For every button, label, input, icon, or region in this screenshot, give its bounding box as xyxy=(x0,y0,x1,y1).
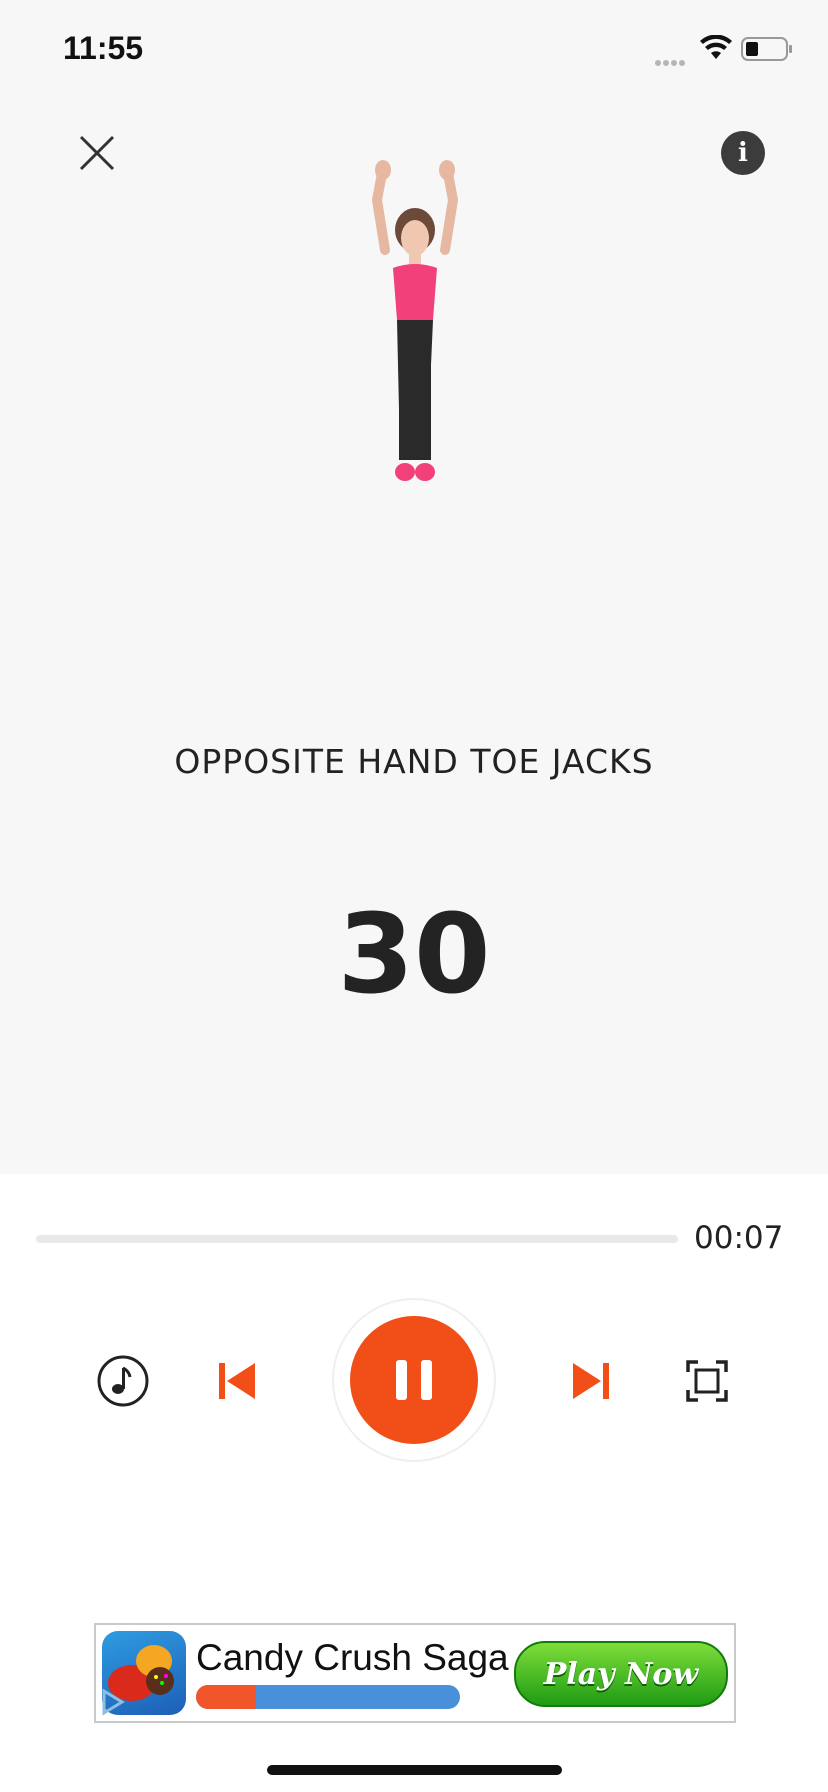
music-note-icon xyxy=(97,1355,149,1407)
exercise-name: OPPOSITE HAND TOE JACKS xyxy=(174,742,654,781)
info-icon: i xyxy=(738,138,748,168)
wifi-icon xyxy=(700,34,732,66)
skip-next-icon xyxy=(573,1363,609,1399)
ad-choices-icon[interactable] xyxy=(98,1687,126,1717)
rep-count: 30 xyxy=(337,890,491,1018)
close-button[interactable] xyxy=(72,128,122,178)
exercise-illustration xyxy=(355,160,475,560)
progress-bar[interactable] xyxy=(36,1235,678,1243)
music-button[interactable] xyxy=(96,1354,150,1408)
next-button[interactable] xyxy=(566,1356,616,1406)
ad-progress-bar xyxy=(196,1685,460,1709)
home-indicator xyxy=(267,1765,562,1775)
elapsed-time: 00:07 xyxy=(694,1220,784,1256)
fullscreen-button[interactable] xyxy=(682,1356,732,1406)
ad-banner[interactable]: Candy Crush Saga Play Now xyxy=(94,1623,736,1723)
close-icon xyxy=(79,135,115,171)
pause-button-core xyxy=(350,1316,478,1444)
status-time: 11:55 xyxy=(63,30,144,66)
pause-button[interactable] xyxy=(334,1300,494,1460)
pause-icon xyxy=(396,1360,432,1400)
info-button[interactable]: i xyxy=(721,131,765,175)
ad-title: Candy Crush Saga xyxy=(196,1637,509,1678)
battery-icon xyxy=(741,37,793,66)
fullscreen-icon xyxy=(686,1360,728,1402)
signal-icon xyxy=(655,53,687,71)
previous-button[interactable] xyxy=(212,1356,262,1406)
skip-previous-icon xyxy=(219,1363,255,1399)
ad-play-now-button[interactable]: Play Now xyxy=(514,1641,728,1707)
